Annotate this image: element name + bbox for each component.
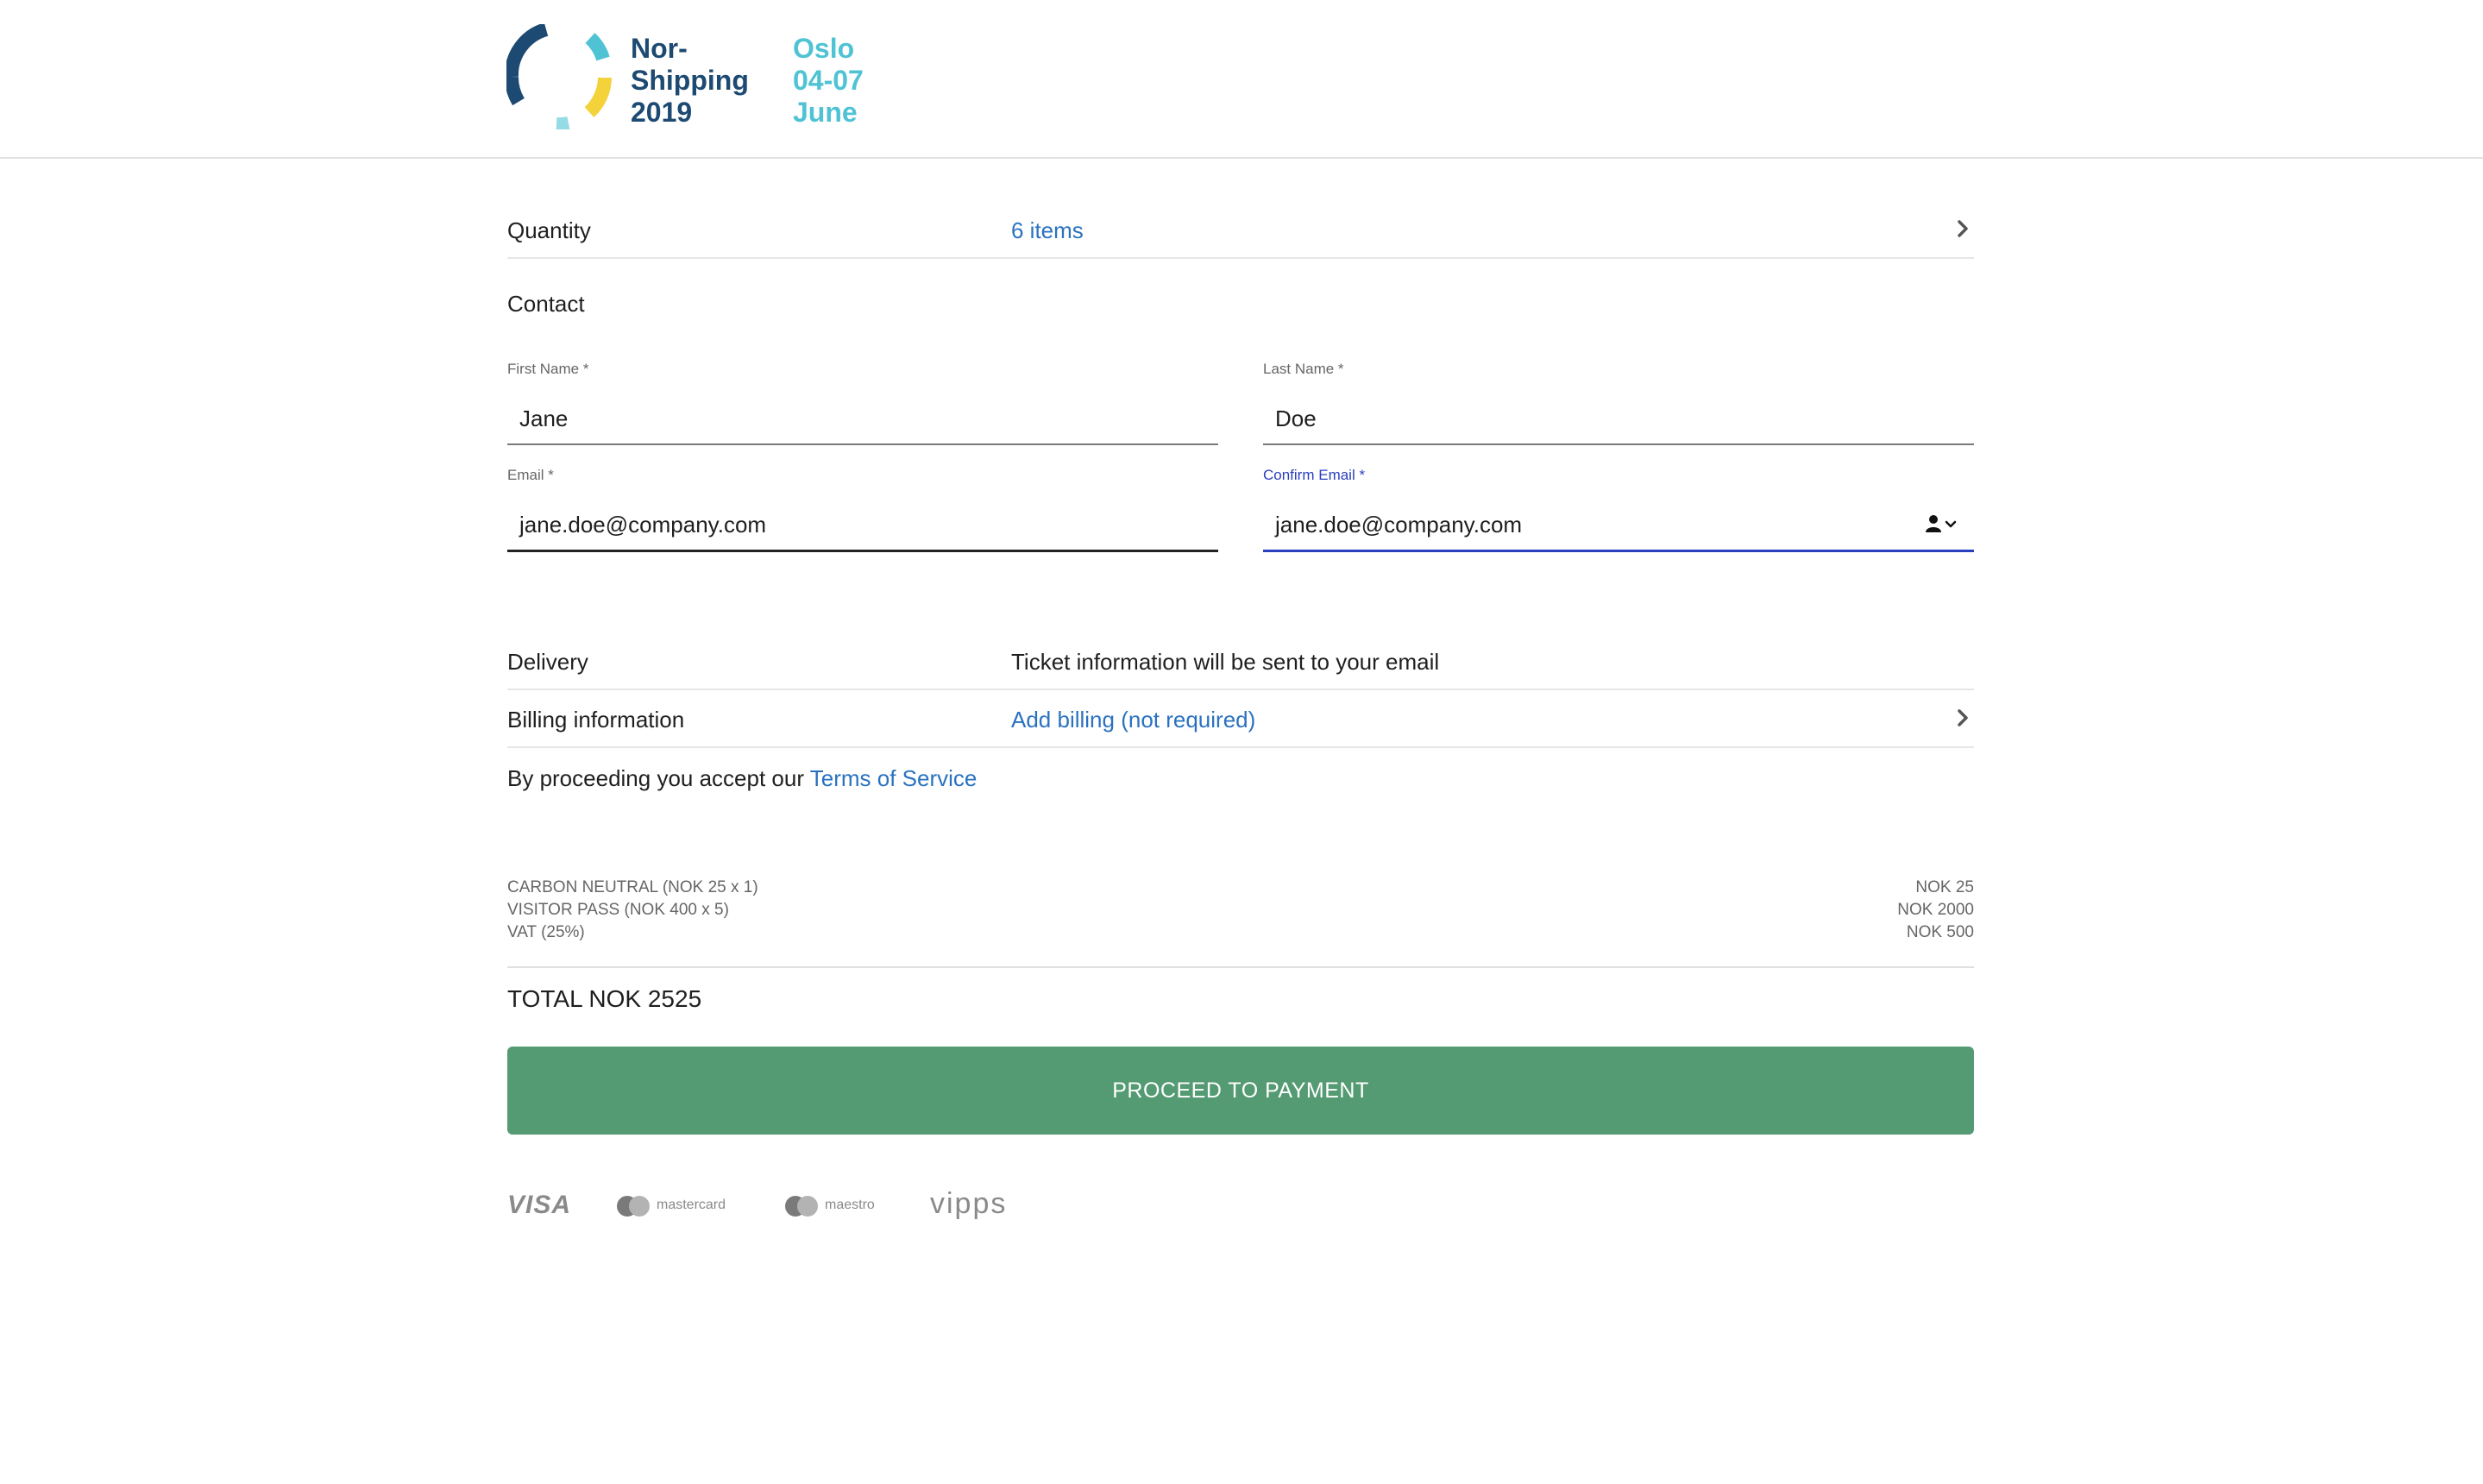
summary-line: VISITOR PASS (NOK 400 x 5) NOK 2000 bbox=[507, 899, 1974, 921]
mastercard-circles-icon bbox=[617, 1196, 650, 1217]
terms-prefix: By proceeding you accept our bbox=[507, 765, 804, 791]
contact-title: Contact bbox=[507, 291, 585, 317]
quantity-row[interactable]: Quantity 6 items bbox=[507, 200, 1974, 259]
billing-value[interactable]: Add billing (not required) bbox=[1011, 707, 1255, 733]
first-name-value: Jane bbox=[519, 406, 569, 431]
nor-shipping-logo[interactable]: Nor- Shipping 2019 Oslo 04-07 June bbox=[506, 24, 938, 136]
logo-name-line: Shipping bbox=[631, 65, 749, 96]
logo-name-line: 2019 bbox=[631, 97, 693, 128]
quantity-value[interactable]: 6 items bbox=[1011, 217, 1084, 244]
confirm-email-field: Confirm Email * jane.doe@company.com bbox=[1263, 467, 1974, 552]
summary-item-amount: NOK 2000 bbox=[1897, 901, 1974, 919]
summary-item-label: VISITOR PASS (NOK 400 x 5) bbox=[507, 901, 729, 919]
email-label: Email * bbox=[507, 467, 554, 483]
first-name-input[interactable]: Jane bbox=[507, 395, 1218, 445]
confirm-email-label: Confirm Email * bbox=[1263, 467, 1366, 483]
mastercard-wordmark: mastercard bbox=[657, 1198, 726, 1212]
terms-of-service-link[interactable]: Terms of Service bbox=[810, 765, 977, 791]
logo-ring-icon bbox=[506, 24, 612, 129]
confirm-email-value: jane.doe@company.com bbox=[1275, 512, 1523, 538]
payment-methods: VISA mastercard maestro vipps bbox=[507, 1187, 1111, 1223]
header: Nor- Shipping 2019 Oslo 04-07 June bbox=[0, 0, 2483, 159]
delivery-row: Delivery Ticket information will be sent… bbox=[507, 632, 1974, 690]
summary-item-label: CARBON NEUTRAL (NOK 25 x 1) bbox=[507, 878, 758, 896]
terms-text: By proceeding you accept our Terms of Se… bbox=[507, 765, 977, 792]
maestro-circles-icon bbox=[785, 1196, 818, 1217]
summary-item-amount: NOK 25 bbox=[1915, 878, 1974, 896]
contact-autofill-icon[interactable] bbox=[1924, 513, 1960, 536]
summary-line: CARBON NEUTRAL (NOK 25 x 1) NOK 25 bbox=[507, 877, 1974, 899]
summary-divider bbox=[507, 966, 1974, 968]
delivery-label: Delivery bbox=[507, 649, 588, 675]
summary-item-label: VAT (25%) bbox=[507, 923, 585, 941]
mastercard-logo: mastercard bbox=[615, 1189, 745, 1223]
delivery-value: Ticket information will be sent to your … bbox=[1011, 649, 1440, 675]
proceed-to-payment-button[interactable]: PROCEED TO PAYMENT bbox=[507, 1047, 1974, 1135]
summary-line: VAT (25%) NOK 500 bbox=[507, 921, 1974, 944]
logo-event-place: Oslo 04-07 June bbox=[793, 33, 864, 129]
visa-logo: VISA bbox=[507, 1191, 572, 1219]
last-name-input[interactable]: Doe bbox=[1263, 395, 1974, 445]
last-name-label: Last Name * bbox=[1263, 361, 1344, 377]
last-name-field: Last Name * Doe bbox=[1263, 361, 1974, 445]
maestro-wordmark: maestro bbox=[825, 1198, 875, 1212]
logo-event-name: Nor- Shipping 2019 bbox=[631, 33, 749, 129]
billing-row[interactable]: Billing information Add billing (not req… bbox=[507, 689, 1974, 748]
logo-name-line: Nor- bbox=[631, 33, 688, 64]
chevron-right-icon[interactable] bbox=[1952, 707, 1974, 729]
email-input[interactable]: jane.doe@company.com bbox=[507, 501, 1218, 552]
last-name-value: Doe bbox=[1275, 406, 1317, 431]
chevron-right-icon[interactable] bbox=[1952, 217, 1974, 240]
email-value: jane.doe@company.com bbox=[519, 512, 767, 538]
order-summary: CARBON NEUTRAL (NOK 25 x 1) NOK 25 VISIT… bbox=[507, 877, 1974, 944]
logo-place-line: June bbox=[793, 97, 858, 128]
maestro-logo: maestro bbox=[783, 1189, 904, 1223]
logo-place-line: 04-07 bbox=[793, 65, 864, 96]
summary-item-amount: NOK 500 bbox=[1906, 923, 1974, 941]
email-field: Email * jane.doe@company.com bbox=[507, 467, 1218, 552]
first-name-label: First Name * bbox=[507, 361, 589, 377]
billing-label: Billing information bbox=[507, 707, 685, 733]
first-name-field: First Name * Jane bbox=[507, 361, 1218, 445]
logo-place-line: Oslo bbox=[793, 33, 855, 64]
order-total: TOTAL NOK 2525 bbox=[507, 985, 702, 1012]
quantity-label: Quantity bbox=[507, 217, 591, 243]
vipps-logo: vipps bbox=[930, 1187, 1008, 1220]
confirm-email-input[interactable]: jane.doe@company.com bbox=[1263, 501, 1974, 552]
